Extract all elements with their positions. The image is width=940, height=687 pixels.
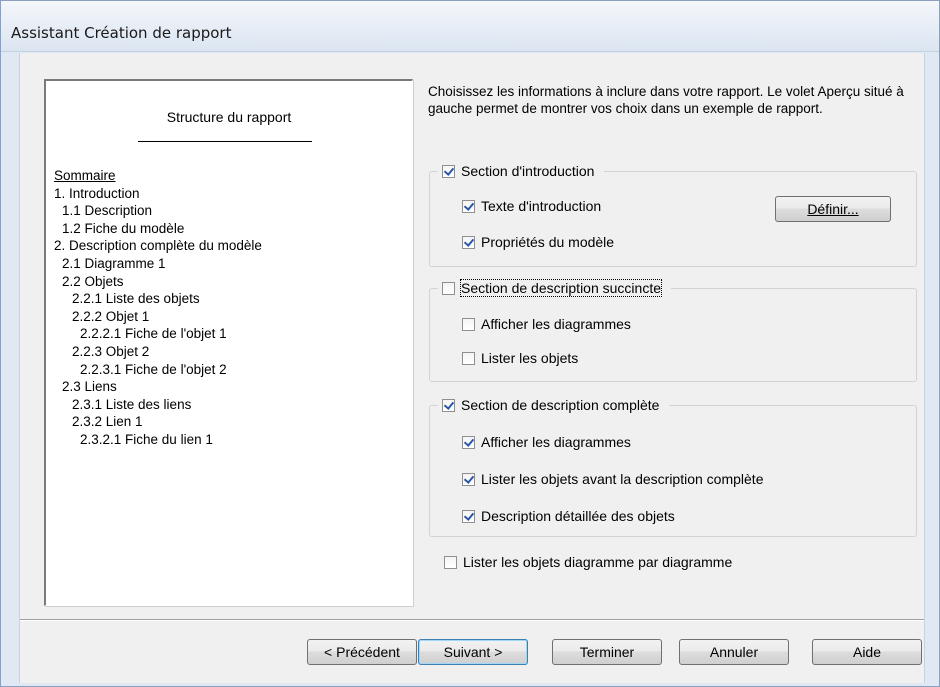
full-show-diagrams-checkbox[interactable]: Afficher les diagrammes	[462, 434, 631, 450]
summary-section-checkbox[interactable]: Section de description succincte	[438, 278, 671, 298]
checkbox-icon	[442, 398, 455, 412]
toc-entry: 2.3.1 Liste des liens	[72, 396, 192, 412]
checkbox-icon	[462, 351, 475, 365]
checkbox-icon	[444, 555, 457, 569]
title-bar[interactable]: Assistant Création de rapport	[1, 1, 939, 52]
preview-title: Structure du rapport	[166, 109, 292, 125]
checkbox-icon	[462, 317, 475, 331]
list-by-diagram-checkbox[interactable]: Lister les objets diagramme par diagramm…	[444, 554, 732, 570]
define-button[interactable]: Définir...	[775, 196, 891, 222]
full-section-group: Section de description complète Afficher…	[429, 395, 917, 537]
previous-button[interactable]: < Précédent	[307, 639, 417, 665]
window-title: Assistant Création de rapport	[11, 24, 232, 42]
wizard-content: Structure du rapport Sommaire 1. Introduc…	[19, 53, 925, 683]
toc-entry: 1.2 Fiche du modèle	[62, 220, 185, 236]
table-of-contents: Sommaire 1. Introduction 1.1 Description 1.…	[54, 167, 262, 449]
toc-entry: Sommaire	[54, 168, 116, 183]
full-section-checkbox[interactable]: Section de description complète	[438, 395, 670, 415]
next-button-label: Suivant >	[443, 644, 503, 660]
toc-entry: 2.2.2 Objet 1	[72, 308, 150, 324]
instructions-text: Choisissez les informations à inclure da…	[428, 84, 904, 116]
toc-entry: 2.2.1 Liste des objets	[72, 291, 200, 307]
toc-entry: 2.1 Diagramme 1	[62, 255, 166, 271]
list-objects-before-label: Lister les objets avant la description c…	[481, 471, 764, 487]
checkbox-icon	[462, 509, 475, 523]
list-by-diagram-label: Lister les objets diagramme par diagramm…	[463, 554, 733, 570]
next-button[interactable]: Suivant >	[418, 639, 528, 665]
cancel-button[interactable]: Annuler	[679, 639, 789, 665]
toc-entry: 1.1 Description	[62, 203, 153, 219]
checkbox-icon	[442, 164, 455, 178]
full-section-label: Section de description complète	[461, 397, 660, 413]
toc-entry: 2.2.3.1 Fiche de l'objet 2	[80, 361, 227, 377]
intro-section-checkbox[interactable]: Section d'introduction	[438, 161, 605, 181]
checkbox-icon	[462, 435, 475, 449]
help-button[interactable]: Aide	[812, 639, 922, 665]
define-button-label: Définir...	[807, 201, 859, 217]
finish-button[interactable]: Terminer	[552, 639, 662, 665]
intro-text-checkbox[interactable]: Texte d'introduction	[462, 198, 601, 214]
checkbox-icon	[442, 281, 455, 295]
report-structure-preview: Structure du rapport Sommaire 1. Introduc…	[44, 79, 413, 606]
toc-entry: 2.3 Liens	[62, 379, 117, 395]
toc-entry: 2.3.2 Lien 1	[72, 414, 143, 430]
toc-entry: 2.2 Objets	[62, 273, 124, 289]
preview-title-rule	[138, 141, 312, 142]
toc-entry: 2.2.3 Objet 2	[72, 343, 150, 359]
checkbox-icon	[462, 199, 475, 213]
intro-section-group: Section d'introduction Texte d'introduct…	[429, 161, 917, 267]
summary-list-objects-label: Lister les objets	[481, 350, 579, 366]
cancel-button-label: Annuler	[709, 644, 759, 660]
toc-entry: 2.2.2.1 Fiche de l'objet 1	[80, 326, 227, 342]
detailed-description-checkbox[interactable]: Description détaillée des objets	[462, 508, 675, 524]
full-show-diagrams-label: Afficher les diagrammes	[481, 434, 631, 450]
toc-entry: 2.3.2.1 Fiche du lien 1	[80, 431, 213, 447]
summary-section-group: Section de description succincte Affiche…	[429, 278, 917, 382]
previous-button-label: < Précédent	[324, 644, 400, 660]
finish-button-label: Terminer	[579, 644, 635, 660]
model-properties-checkbox[interactable]: Propriétés du modèle	[462, 234, 614, 250]
intro-section-label: Section d'introduction	[461, 163, 595, 179]
summary-section-label: Section de description succincte	[460, 279, 662, 297]
footer-separator	[20, 619, 924, 621]
summary-show-diagrams-checkbox[interactable]: Afficher les diagrammes	[462, 316, 631, 332]
checkbox-icon	[462, 472, 475, 486]
checkbox-icon	[462, 235, 475, 249]
intro-text-label: Texte d'introduction	[481, 198, 602, 214]
summary-list-objects-checkbox[interactable]: Lister les objets	[462, 350, 578, 366]
help-button-label: Aide	[852, 644, 882, 660]
toc-entry: 2. Description complète du modèle	[54, 238, 262, 254]
summary-show-diagrams-label: Afficher les diagrammes	[481, 316, 631, 332]
list-objects-before-checkbox[interactable]: Lister les objets avant la description c…	[462, 471, 763, 487]
detailed-description-label: Description détaillée des objets	[481, 508, 675, 524]
model-properties-label: Propriétés du modèle	[481, 234, 615, 250]
toc-entry: 1. Introduction	[54, 185, 140, 201]
report-wizard-window: Assistant Création de rapport Structure …	[0, 0, 940, 687]
